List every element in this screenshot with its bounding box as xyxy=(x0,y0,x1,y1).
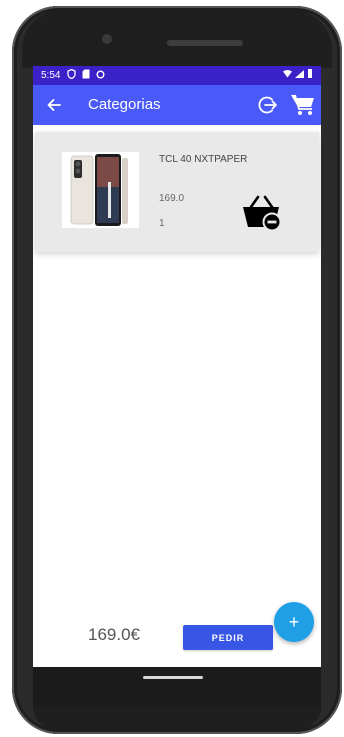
signal-icon xyxy=(295,69,304,78)
logout-button[interactable] xyxy=(255,92,281,118)
cart-button[interactable] xyxy=(289,92,317,118)
add-fab-button[interactable]: + xyxy=(274,602,314,642)
battery-icon xyxy=(308,69,312,78)
device-frame: 5:54 Categorias TCL 40 NXTPAPER 169.0 1 … xyxy=(0,0,344,737)
status-notification-icons xyxy=(67,69,105,79)
product-image xyxy=(62,152,139,228)
logout-icon xyxy=(258,96,277,114)
phone-bottom-bezel xyxy=(33,707,321,729)
order-button[interactable]: PEDIR xyxy=(183,625,273,650)
status-bar: 5:54 xyxy=(33,66,321,85)
cart-item-card[interactable]: TCL 40 NXTPAPER 169.0 1 xyxy=(35,132,319,252)
remove-from-basket-button[interactable] xyxy=(240,192,282,232)
back-button[interactable] xyxy=(43,94,65,116)
product-price: 169.0 xyxy=(159,193,185,204)
product-name: TCL 40 NXTPAPER xyxy=(159,154,248,165)
phone-top-bezel xyxy=(22,10,332,68)
page-title: Categorias xyxy=(88,96,161,113)
status-time: 5:54 xyxy=(41,70,61,81)
sim-card-icon xyxy=(82,69,90,79)
total-price: 169.0€ xyxy=(88,625,140,644)
system-nav-bar xyxy=(33,667,321,707)
status-system-icons xyxy=(283,69,313,78)
app-screen: 5:54 Categorias TCL 40 NXTPAPER 169.0 1 … xyxy=(33,66,321,667)
plus-icon: + xyxy=(288,612,300,632)
camera-icon xyxy=(102,34,112,44)
wifi-icon xyxy=(283,69,292,77)
app-bar: Categorias xyxy=(33,85,321,125)
basket-remove-icon xyxy=(243,195,281,231)
arrow-left-icon xyxy=(47,99,61,111)
phone-product-illustration xyxy=(62,152,139,228)
speaker-grille xyxy=(167,40,243,46)
shopping-cart-icon xyxy=(291,94,314,115)
shield-icon xyxy=(67,69,76,79)
sync-icon xyxy=(96,70,105,78)
home-indicator[interactable] xyxy=(143,676,203,679)
product-quantity: 1 xyxy=(159,218,165,229)
